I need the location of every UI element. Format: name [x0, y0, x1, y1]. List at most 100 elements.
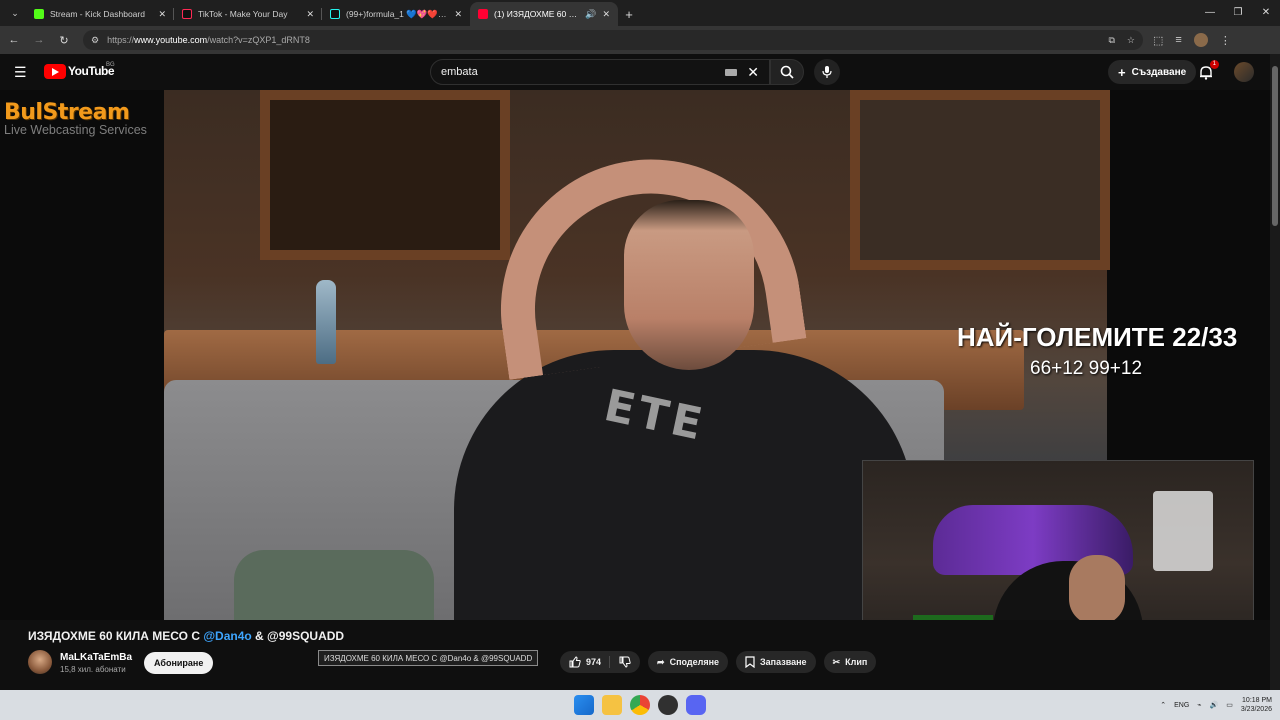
dislike-button[interactable] [610, 656, 640, 668]
discord-icon[interactable] [686, 695, 706, 715]
tab-title: (99+)formula_1 💙💖❤️ (@re [346, 8, 449, 19]
volume-icon[interactable]: 🔊 [1210, 701, 1219, 709]
taskbar-apps [574, 695, 706, 715]
profile-avatar[interactable] [1193, 33, 1208, 47]
tab-search-button[interactable]: ⌄ [4, 3, 26, 23]
url-path: /watch?v=zQXP1_dRNT8 [207, 35, 310, 45]
video-person-head [624, 200, 754, 370]
thumbs-up-icon [569, 656, 581, 668]
close-window-icon[interactable]: ✕ [1252, 0, 1280, 24]
browser-menu-icon[interactable]: ⋮ [1220, 34, 1231, 47]
stream-watermark: BulStream Live Webcasting Services [4, 100, 147, 137]
toolbar-right: ⬚ ≡ ⋮ [1153, 33, 1231, 47]
browser-toolbar: ← → ↻ ⚙ https:// www.youtube.com /watch?… [0, 26, 1280, 54]
file-explorer-icon[interactable] [602, 695, 622, 715]
cast-icon[interactable]: ⧉ [1108, 35, 1114, 46]
youtube-logo-icon[interactable] [44, 64, 66, 79]
minimize-icon[interactable]: — [1196, 0, 1224, 24]
tab-tiktok[interactable]: TikTok - Make Your Day ✕ [174, 2, 322, 26]
scrollbar-thumb[interactable] [1272, 66, 1278, 226]
video-scene-bottle [316, 280, 336, 364]
video-person-body [454, 350, 914, 620]
battery-icon[interactable]: ▭ [1226, 701, 1233, 709]
webcam-softbox [1153, 491, 1213, 571]
speaker-icon[interactable]: 🔊 [585, 9, 596, 20]
tab-title: Stream - Kick Dashboard [50, 9, 145, 19]
bookmark-star-icon[interactable]: ☆ [1127, 35, 1135, 46]
stream-overlay-title: НАЙ-ГОЛЕМИТЕ 22/33 [957, 322, 1238, 352]
like-dislike-group: 974 [560, 651, 641, 673]
save-label: Запазване [760, 657, 807, 667]
extensions-icon[interactable]: ⬚ [1153, 34, 1163, 47]
account-avatar[interactable] [1234, 62, 1254, 82]
search-button[interactable] [770, 59, 804, 85]
clear-search-icon[interactable]: ✕ [747, 64, 759, 81]
notifications-button[interactable]: 1 [1196, 60, 1219, 82]
forward-icon[interactable]: → [28, 29, 50, 51]
start-menu-icon[interactable] [574, 695, 594, 715]
input-language[interactable]: ENG [1174, 702, 1189, 709]
media-controls-icon[interactable]: ≡ [1175, 34, 1181, 46]
like-count: 974 [586, 657, 602, 667]
back-icon[interactable]: ← [3, 29, 25, 51]
windows-taskbar: ⌃ ENG ⌁ 🔊 ▭ 10:18 PM 3/23/2026 [0, 690, 1280, 720]
channel-name[interactable]: MaLKaTaEmBa [60, 652, 132, 663]
share-button[interactable]: ➦ Споделяне [648, 651, 729, 673]
tab-title: TikTok - Make Your Day [198, 9, 288, 19]
streamer-webcam [862, 460, 1254, 620]
tab-kick[interactable]: Stream - Kick Dashboard ✕ [26, 2, 174, 26]
tray-overflow-icon[interactable]: ⌃ [1160, 701, 1166, 709]
reload-icon[interactable]: ↻ [53, 29, 75, 51]
menu-icon[interactable]: ☰ [14, 64, 27, 81]
masthead: ☰ YouTube BG embata ✕ + Създаване 1 [0, 54, 1280, 90]
search-query: embata [441, 66, 478, 78]
save-button[interactable]: Запазване [736, 651, 816, 673]
maximize-icon[interactable]: ❐ [1224, 0, 1252, 24]
create-label: Създаване [1131, 66, 1187, 78]
webcam-face [1069, 555, 1125, 620]
scissors-icon: ✂ [832, 656, 841, 667]
youtube-favicon-icon [478, 9, 488, 19]
voice-search-button[interactable] [814, 59, 840, 85]
thumbs-down-icon [619, 656, 631, 668]
title-tooltip: ИЗЯДОХМЕ 60 КИЛА МЕСО С @Dan4o & @99SQUA… [318, 650, 539, 666]
clip-button[interactable]: ✂ Клип [823, 651, 877, 673]
obs-icon[interactable] [658, 695, 678, 715]
page-scrollbar[interactable] [1270, 54, 1280, 690]
search-input[interactable]: embata ✕ [430, 59, 770, 85]
screen: ⌄ Stream - Kick Dashboard ✕ TikTok - Mak… [0, 0, 1280, 720]
mention-link[interactable]: @Dan4o [203, 629, 251, 643]
close-tab-icon[interactable]: ✕ [454, 9, 462, 20]
bookmark-icon [745, 656, 755, 668]
share-label: Споделяне [669, 657, 720, 667]
window-controls: — ❐ ✕ [1196, 0, 1280, 26]
video-scene-window [260, 90, 510, 260]
address-bar[interactable]: ⚙ https:// www.youtube.com /watch?v=zQXP… [83, 30, 1143, 50]
browser-tab-strip: ⌄ Stream - Kick Dashboard ✕ TikTok - Mak… [0, 0, 1280, 26]
tab-youtube[interactable]: (1) ИЗЯДОХМЕ 60 КИЛА М 🔊 ✕ [470, 2, 618, 26]
video-scene-pillow [234, 550, 434, 620]
site-info-icon[interactable]: ⚙ [91, 35, 99, 46]
clock[interactable]: 10:18 PM 3/23/2026 [1241, 696, 1272, 714]
microphone-icon [822, 66, 832, 78]
clock-date: 3/23/2026 [1240, 706, 1272, 713]
title-part: ИЗЯДОХМЕ 60 КИЛА МЕСО С [28, 629, 204, 643]
close-tab-icon[interactable]: ✕ [306, 9, 314, 20]
subscribe-button[interactable]: Абониране [144, 652, 214, 674]
create-button[interactable]: + Създаване [1108, 60, 1197, 84]
search-icon [780, 65, 794, 79]
title-part: & @99SQUADD [251, 629, 345, 643]
close-tab-icon[interactable]: ✕ [158, 9, 166, 20]
chrome-icon[interactable] [630, 695, 650, 715]
video-player[interactable]: ETE BulStream Live Webcasting Services Н… [0, 90, 1270, 620]
omnibox-actions: ⧉ ☆ [1108, 35, 1135, 46]
like-button[interactable]: 974 [569, 656, 611, 668]
tab-tiktok-formula[interactable]: (99+)formula_1 💙💖❤️ (@re ✕ [322, 2, 470, 26]
new-tab-button[interactable]: + [618, 2, 640, 26]
channel-avatar[interactable] [28, 650, 52, 674]
kick-favicon-icon [34, 9, 44, 19]
close-tab-icon[interactable]: ✕ [602, 9, 610, 20]
network-icon[interactable]: ⌁ [1197, 701, 1201, 709]
keyboard-icon[interactable] [725, 68, 738, 76]
webcam-light-strip [913, 615, 993, 620]
